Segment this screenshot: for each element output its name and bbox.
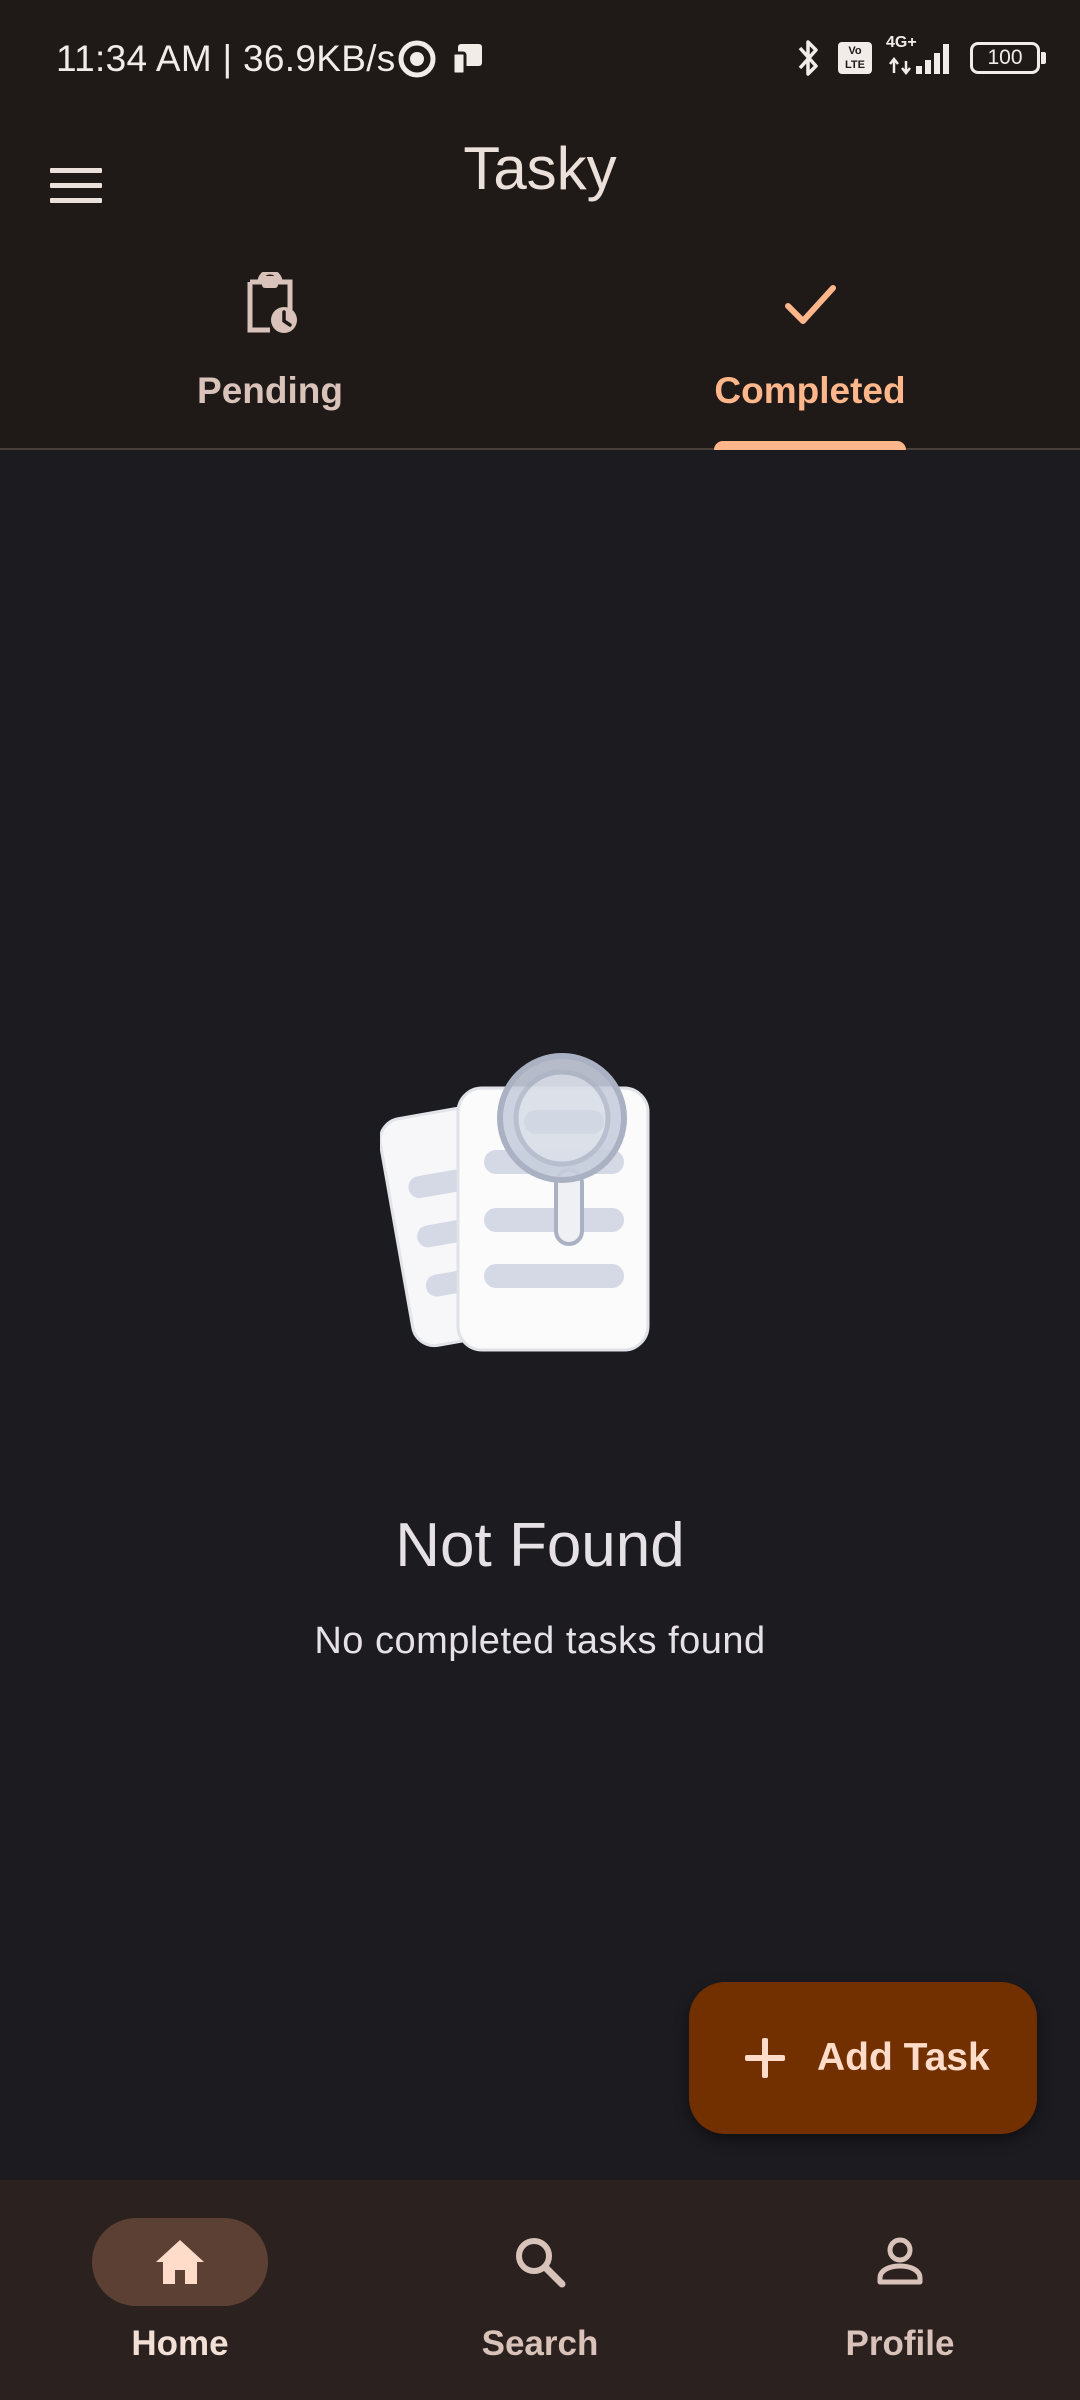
tab-pending[interactable]: Pending bbox=[0, 248, 540, 448]
signal-strength-icon: 4G+ bbox=[886, 34, 956, 78]
top-app-bar: Tasky bbox=[0, 122, 1080, 248]
nav-search[interactable]: Search bbox=[360, 2180, 720, 2400]
tab-bar: Pending Completed bbox=[0, 248, 1080, 450]
empty-state-message: No completed tasks found bbox=[314, 1620, 766, 1662]
status-left-icons bbox=[398, 40, 486, 78]
app-title: Tasky bbox=[463, 135, 617, 202]
tab-pending-label: Pending bbox=[197, 370, 343, 411]
battery-icon: 100 bbox=[970, 42, 1046, 74]
nav-home[interactable]: Home bbox=[0, 2180, 360, 2400]
tab-completed-label: Completed bbox=[714, 370, 906, 411]
status-bar: 11:34 AM | 36.9KB/s Vo LTE 4G+ 100 bbox=[0, 0, 1080, 122]
nav-search-label: Search bbox=[481, 2324, 599, 2363]
nav-profile[interactable]: Profile bbox=[720, 2180, 1080, 2400]
status-right-icons: Vo LTE 4G+ 100 bbox=[794, 34, 1046, 78]
clipboard-clock-icon bbox=[247, 272, 297, 333]
check-icon bbox=[785, 285, 836, 324]
person-icon bbox=[877, 2237, 923, 2285]
add-task-label: Add Task bbox=[817, 2036, 990, 2079]
device-icon bbox=[451, 44, 482, 76]
status-time: 11:34 AM | 36.9KB/s bbox=[56, 38, 396, 79]
tab-completed[interactable]: Completed bbox=[540, 248, 1080, 450]
search-icon bbox=[516, 2238, 566, 2288]
empty-state-title: Not Found bbox=[395, 1511, 685, 1580]
home-icon bbox=[156, 2240, 204, 2284]
bluetooth-icon bbox=[798, 40, 818, 76]
add-task-button[interactable]: Add Task bbox=[689, 1982, 1037, 2134]
volte-icon: Vo LTE bbox=[838, 42, 872, 74]
nav-home-label: Home bbox=[131, 2324, 229, 2363]
documents-magnifier-icon bbox=[380, 1053, 650, 1352]
nav-profile-label: Profile bbox=[845, 2324, 955, 2363]
bottom-navigation: Home Search Profile bbox=[0, 2180, 1080, 2400]
plus-icon bbox=[745, 2038, 785, 2078]
sync-circle-icon bbox=[398, 40, 436, 78]
battery-level: 100 bbox=[987, 46, 1023, 69]
tab-selected-indicator bbox=[714, 441, 906, 450]
